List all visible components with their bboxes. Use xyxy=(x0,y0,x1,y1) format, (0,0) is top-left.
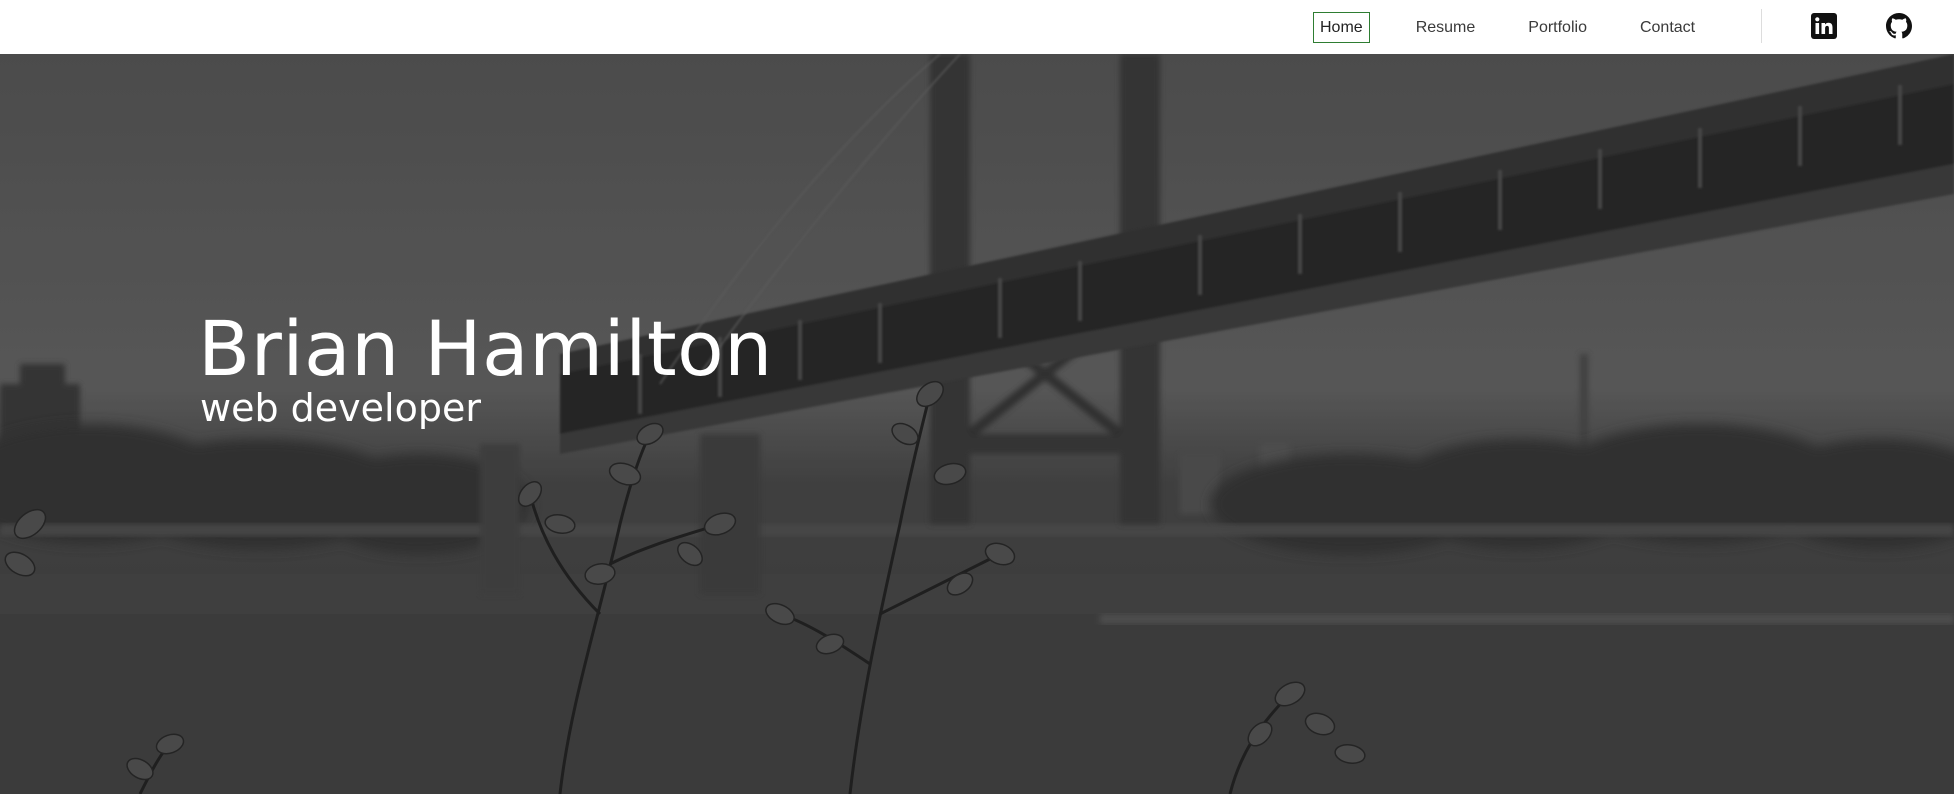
nav-divider xyxy=(1761,9,1762,43)
linkedin-icon[interactable] xyxy=(1811,13,1837,39)
nav-contact-link[interactable]: Contact xyxy=(1633,12,1702,43)
nav-home-link[interactable]: Home xyxy=(1313,12,1370,43)
main-nav: Home Resume Portfolio Contact xyxy=(1313,12,1702,43)
nav-portfolio-link[interactable]: Portfolio xyxy=(1521,12,1594,43)
hero-name: Brian Hamilton xyxy=(198,304,773,393)
hero-text-block: Brian Hamilton web developer xyxy=(198,304,773,431)
top-navbar: Home Resume Portfolio Contact xyxy=(0,0,1954,54)
nav-resume-link[interactable]: Resume xyxy=(1409,12,1483,43)
github-icon[interactable] xyxy=(1886,13,1912,39)
hero-section: Brian Hamilton web developer xyxy=(0,54,1954,794)
